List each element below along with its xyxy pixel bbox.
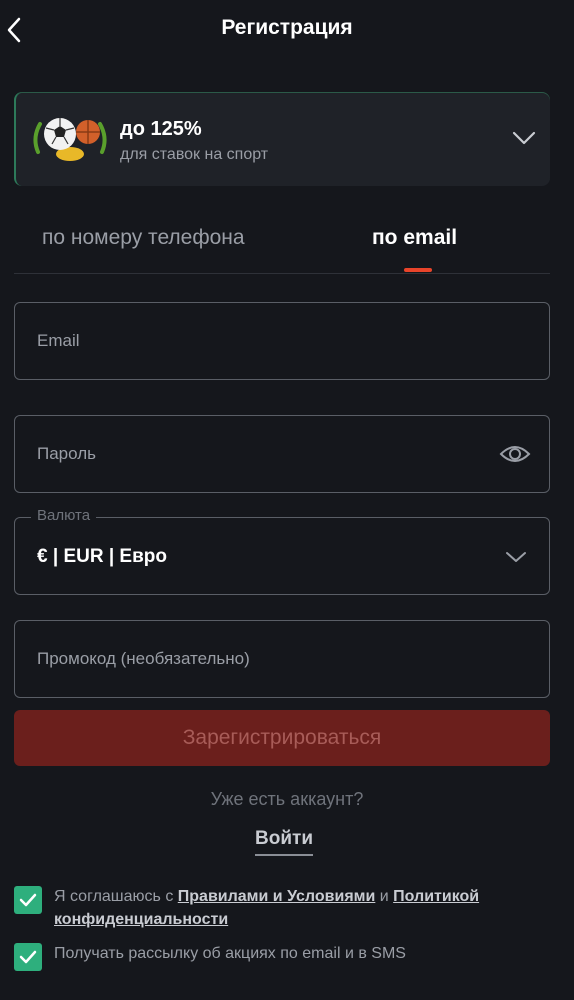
check-icon xyxy=(19,950,37,964)
register-button[interactable]: Зарегистрироваться xyxy=(14,710,550,766)
eye-icon[interactable] xyxy=(499,442,531,466)
tab-email[interactable]: по email xyxy=(372,226,457,250)
terms-checkbox[interactable] xyxy=(14,886,42,914)
tab-phone[interactable]: по номеру телефона xyxy=(42,226,245,250)
currency-value: € | EUR | Евро xyxy=(37,546,167,567)
currency-select[interactable]: Валюта € | EUR | Евро xyxy=(14,507,550,595)
page-title: Регистрация xyxy=(221,16,353,39)
email-field[interactable]: Email xyxy=(14,302,550,380)
terms-and: и xyxy=(375,888,394,905)
currency-label: Валюта xyxy=(31,507,97,524)
promo-placeholder: Промокод (необязательно) xyxy=(37,649,250,668)
password-placeholder: Пароль xyxy=(37,444,96,463)
active-tab-indicator xyxy=(404,268,432,272)
newsletter-checkbox[interactable] xyxy=(14,943,42,971)
email-placeholder: Email xyxy=(37,331,80,350)
terms-prefix: Я соглашаюсь с xyxy=(54,888,178,905)
bonus-card[interactable]: до 125% для ставок на спорт xyxy=(14,92,550,186)
have-account-text: Уже есть аккаунт? xyxy=(210,789,364,809)
chevron-down-icon xyxy=(506,552,526,562)
check-icon xyxy=(19,893,37,907)
header: Регистрация xyxy=(0,0,574,60)
terms-link[interactable]: Правилами и Условиями xyxy=(178,888,376,905)
login-link[interactable]: Войти xyxy=(255,828,313,856)
terms-consent-text: Я соглашаюсь с Правилами и Условиями и П… xyxy=(54,885,544,931)
bonus-subtitle: для ставок на спорт xyxy=(120,146,269,163)
bonus-title: до 125% xyxy=(120,118,202,140)
newsletter-consent-text: Получать рассылку об акциях по email и в… xyxy=(54,945,406,962)
chevron-down-icon[interactable] xyxy=(512,128,536,148)
sports-bonus-icon xyxy=(33,118,107,161)
promo-code-field[interactable]: Промокод (необязательно) xyxy=(14,620,550,698)
password-field[interactable]: Пароль xyxy=(14,415,550,493)
registration-tabs: по номеру телефона по email xyxy=(14,212,550,274)
